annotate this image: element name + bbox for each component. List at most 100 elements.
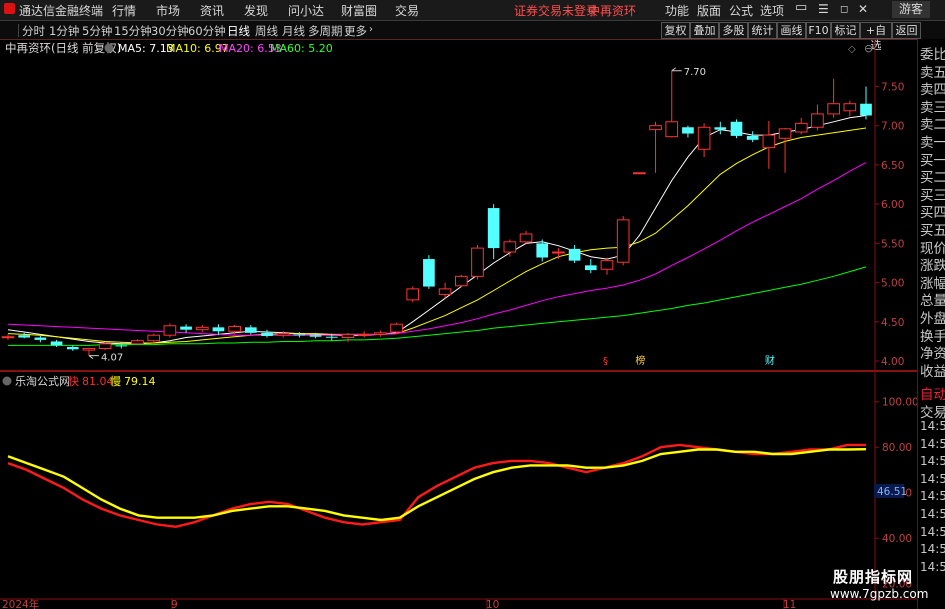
candle-body <box>649 125 662 131</box>
candle-body <box>147 334 161 342</box>
btn-huaxian[interactable]: 画线 <box>777 22 806 39</box>
restore-icon[interactable]: ◻ <box>840 4 848 15</box>
period-60min[interactable]: 60分钟 <box>188 23 226 39</box>
period-daily[interactable]: 日线 <box>227 23 250 39</box>
menu-item-hangqing[interactable]: 行情 <box>112 2 136 19</box>
period-1min[interactable]: 1分钟 <box>49 23 79 39</box>
indicator-fast-value: 81.04 <box>82 375 114 388</box>
candle-body <box>309 335 322 337</box>
candle-body <box>568 248 581 261</box>
menu-item-jiaoyi[interactable]: 交易 <box>395 2 419 19</box>
candle-body <box>454 275 468 287</box>
candle-body <box>1 336 15 339</box>
candle-body <box>860 103 872 116</box>
period-5min[interactable]: 5分钟 <box>82 23 112 39</box>
candle-body <box>357 333 371 336</box>
axes: 7.50 7.00 6.50 6.00 5.50 5.00 4.50 4.00 100.00 80… <box>171 81 917 609</box>
candle-body <box>778 128 792 139</box>
price-y-tick-label: 7.00 <box>881 121 904 133</box>
stock-options-icon[interactable] <box>104 43 114 53</box>
close-icon[interactable]: ✕ <box>858 2 868 16</box>
candle-body <box>503 241 517 253</box>
zoom-icon[interactable]: ⊖ <box>864 42 873 55</box>
indicator-slow-value: 79.14 <box>124 375 156 388</box>
candle-body <box>730 121 743 136</box>
osc-y-tick-label: 100.00 <box>882 397 917 409</box>
period-fenshi[interactable]: 分时 <box>22 23 45 39</box>
candle-body <box>390 323 403 333</box>
more-chevron-icon[interactable]: › <box>369 24 373 35</box>
candle-body <box>746 135 759 140</box>
period-monthly[interactable]: 月线 <box>282 23 305 39</box>
candle-body <box>552 251 565 254</box>
app-title: 通达信金融终端 <box>19 4 104 18</box>
guest-button[interactable]: 游客 <box>892 1 931 18</box>
price-y-tick-label: 6.00 <box>881 199 904 211</box>
menu-bar: 通达信金融终端 行情 市场 资讯 发现 问小达 财富圈 交易 证券交易未登录 中… <box>0 0 945 21</box>
menu-item-shichang[interactable]: 市场 <box>156 2 180 19</box>
menu-item-wenxiaoda[interactable]: 问小达 <box>288 2 324 19</box>
diamond-icon[interactable]: ◇ <box>848 44 856 55</box>
candle-body <box>682 127 694 134</box>
btn-fuquan[interactable]: 复权 <box>661 22 690 39</box>
osc-y-tick-label: 40.00 <box>882 533 912 545</box>
side-panel-trade[interactable]: 交易 <box>920 401 945 421</box>
period-multi[interactable]: 多周期 <box>308 23 343 39</box>
high-annotation: 7.70 <box>684 67 706 78</box>
side-panel-time-3: 14:56 <box>920 471 945 486</box>
side-panel-auto[interactable]: 自动 <box>920 383 945 403</box>
candle-body <box>471 247 484 277</box>
period-more[interactable]: 更多 <box>344 23 367 39</box>
current-value-tag: 46.51 <box>877 486 907 498</box>
side-panel-time-8: 14:56 <box>920 559 945 574</box>
menu-item-faxian[interactable]: 发现 <box>244 2 268 19</box>
current-stock-notice: 中再资环 <box>588 4 637 18</box>
btn-duogu[interactable]: 多股 <box>719 22 748 39</box>
period-30min[interactable]: 30分钟 <box>151 23 189 39</box>
quote-side-panel[interactable]: 委比卖五卖四卖三卖二卖一买一买二买三买四买五现价涨跌涨幅总量外盘换手净资收益 1… <box>917 39 945 609</box>
period-15min[interactable]: 15分钟 <box>114 23 152 39</box>
btn-diejia[interactable]: 叠加 <box>690 22 719 39</box>
candle-body <box>261 332 273 336</box>
candle-body <box>341 333 355 339</box>
x-tick-9: 9 <box>171 599 178 609</box>
high-marker <box>671 67 682 72</box>
menu-item-zixun[interactable]: 资讯 <box>200 2 224 19</box>
indicator-options-icon[interactable] <box>2 376 12 386</box>
menu-item-xuanxiang[interactable]: 选项 <box>760 2 784 19</box>
candle-body <box>827 103 840 115</box>
btn-back[interactable]: 返回 <box>892 22 921 39</box>
btn-biaoji[interactable]: 标记 <box>831 22 860 39</box>
menu-item-gongshi[interactable]: 公式 <box>729 2 753 19</box>
menu-button-icon[interactable]: ☰ <box>818 2 829 16</box>
stock-title: 中再资环(日线 前复权) <box>5 41 121 55</box>
event-marker-0: § <box>603 356 608 367</box>
candle-body <box>98 343 112 350</box>
candle-body <box>633 172 646 175</box>
period-weekly[interactable]: 周线 <box>255 23 278 39</box>
minimize-icon[interactable]: ▭ <box>795 0 807 15</box>
candle-body <box>212 327 225 332</box>
menu-item-gongneng[interactable]: 功能 <box>665 2 689 19</box>
candle-body <box>195 326 209 331</box>
btn-f10[interactable]: F10 <box>806 22 831 39</box>
side-panel-time-5: 14:56 <box>920 507 945 521</box>
candle-body <box>131 340 144 345</box>
chart-area[interactable]: 中再资环(日线 前复权) MA5: 7.13 MA10: 6.97 MA20: … <box>0 39 917 609</box>
candle-body <box>18 335 31 338</box>
period-toolbar: 分时 1分钟 5分钟 15分钟 30分钟 60分钟 日线 周线 月线 多周期 更… <box>0 21 945 52</box>
price-plot: 7.70 4.07 § 榜 财 <box>1 67 872 367</box>
btn-tongji[interactable]: 统计 <box>748 22 777 39</box>
event-marker-1: 榜 <box>635 354 645 367</box>
candle-body <box>115 345 128 347</box>
menu-item-banmian[interactable]: 版面 <box>697 2 721 19</box>
candle-body <box>843 103 857 112</box>
candle-body <box>438 288 452 295</box>
low-marker <box>88 355 99 359</box>
menu-item-caifuquan[interactable]: 财富圈 <box>341 2 377 19</box>
login-notice[interactable]: 证券交易未登录 <box>514 2 598 19</box>
candle-body <box>616 219 630 263</box>
candle-body <box>423 259 435 287</box>
candle-body <box>536 243 549 258</box>
btn-add-watchlist[interactable]: +自选 <box>860 22 892 52</box>
